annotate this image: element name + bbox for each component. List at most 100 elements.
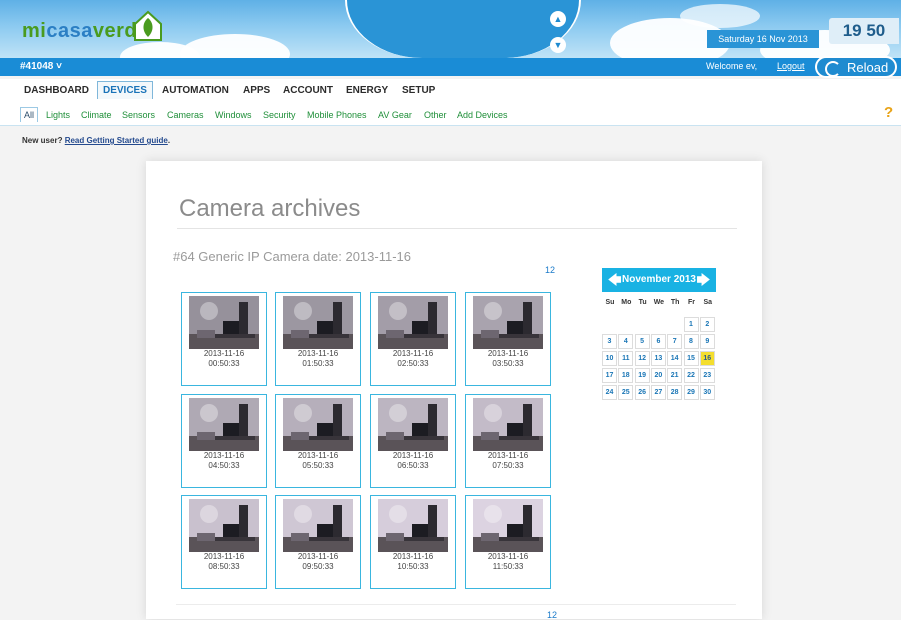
calendar-day[interactable]: 10 [602,351,617,366]
snapshot-time: 09:50:33 [302,562,334,571]
camera-snapshot[interactable]: 2013-11-16 09:50:33 [275,495,361,589]
camera-snapshot[interactable]: 2013-11-16 03:50:33 [465,292,551,386]
camera-snapshot[interactable]: 2013-11-16 00:50:33 [181,292,267,386]
current-date: Saturday 16 Nov 2013 [707,30,819,48]
calendar-day[interactable]: 14 [667,351,683,366]
tab-lights[interactable]: Lights [46,110,70,120]
calendar-day[interactable]: 29 [683,385,699,400]
nav-setup[interactable]: SETUP [402,85,435,96]
account-bar: #41048 ˅ Welcome ev, Logout [0,58,901,76]
snapshot-time: 03:50:33 [492,359,524,368]
scroll-up-icon[interactable]: ▲ [550,11,566,27]
calendar-day[interactable]: 25 [618,385,634,400]
tab-all[interactable]: All [20,107,39,122]
next-month-icon[interactable]: 🡆 [697,268,710,292]
main-nav: DASHBOARD DEVICES AUTOMATION APPS ACCOUN… [0,79,901,103]
snapshot-time: 10:50:33 [397,562,429,571]
nav-dashboard[interactable]: DASHBOARD [24,85,89,96]
camera-snapshot[interactable]: 2013-11-16 07:50:33 [465,394,551,488]
calendar-day[interactable]: 5 [634,334,650,349]
camera-snapshot[interactable]: 2013-11-16 02:50:33 [370,292,456,386]
calendar-day[interactable]: 8 [683,334,699,349]
calendar-day[interactable]: 27 [650,385,666,400]
tab-av-gear[interactable]: AV Gear [378,110,412,120]
nav-automation[interactable]: AUTOMATION [162,85,229,96]
camera-snapshot[interactable]: 2013-11-16 06:50:33 [370,394,456,488]
top-banner: micasaverde ▲ ▼ Saturday 16 Nov 2013 19 … [0,0,901,58]
calendar-day[interactable]: 3 [602,334,617,349]
calendar-day[interactable]: 20 [650,368,666,383]
current-time: 19 50 [829,18,899,44]
snapshot-date: 2013-11-16 [297,349,339,358]
calendar-day[interactable]: 23 [699,368,715,383]
calendar-day[interactable]: 12 [634,351,650,366]
tab-mobile-phones[interactable]: Mobile Phones [307,110,367,120]
day-of-week-label: Th [670,299,680,306]
camera-archives-panel: Camera archives #64 Generic IP Camera da… [146,161,762,620]
snapshot-date: 2013-11-16 [392,349,434,358]
device-id-selector[interactable]: #41048 ˅ [20,61,62,72]
calendar-day[interactable]: 7 [667,334,683,349]
calendar-day[interactable]: 9 [699,334,715,349]
tab-security[interactable]: Security [263,110,296,120]
snapshot-time: 08:50:33 [208,562,240,571]
getting-started-link[interactable]: Read Getting Started guide [65,136,168,145]
calendar-day[interactable]: 22 [683,368,699,383]
camera-snapshot[interactable]: 2013-11-16 11:50:33 [465,495,551,589]
calendar-day[interactable]: 28 [667,385,683,400]
page-link[interactable]: 2 [550,265,555,275]
tab-add-devices[interactable]: Add Devices [457,110,508,120]
calendar-day[interactable]: 19 [634,368,650,383]
nav-energy[interactable]: ENERGY [346,85,388,96]
snapshot-date: 2013-11-16 [297,451,339,460]
logout-link[interactable]: Logout [777,61,805,71]
calendar-day[interactable]: 13 [650,351,666,366]
calendar-day[interactable]: 2 [699,317,715,332]
calendar-day[interactable]: 26 [634,385,650,400]
day-of-week-label: Mo [621,299,632,306]
calendar-day[interactable]: 15 [683,351,699,366]
snapshot-time: 01:50:33 [302,359,334,368]
calendar-day-selected[interactable]: 16 [699,351,715,366]
tab-windows[interactable]: Windows [215,110,252,120]
tab-other[interactable]: Other [424,110,447,120]
camera-snapshot[interactable]: 2013-11-16 08:50:33 [181,495,267,589]
snapshot-date: 2013-11-16 [203,349,245,358]
calendar-day[interactable]: 6 [650,334,666,349]
nav-apps[interactable]: APPS [243,85,270,96]
calendar-day[interactable]: 30 [699,385,715,400]
help-icon[interactable]: ? [884,104,893,121]
snapshot-time: 07:50:33 [492,461,524,470]
camera-snapshot[interactable]: 2013-11-16 10:50:33 [370,495,456,589]
tab-cameras[interactable]: Cameras [167,110,204,120]
snapshot-date: 2013-11-16 [392,451,434,460]
device-category-nav: All Lights Climate Sensors Cameras Windo… [0,103,901,126]
snapshot-date: 2013-11-16 [487,349,529,358]
calendar-day[interactable]: 4 [618,334,634,349]
snapshot-time: 11:50:33 [492,562,524,571]
calendar-day[interactable]: 17 [602,368,617,383]
calendar-day[interactable]: 21 [667,368,683,383]
page-title: Camera archives [179,195,361,222]
prev-month-icon[interactable]: 🡄 [608,268,621,292]
scroll-down-icon[interactable]: ▼ [550,37,566,53]
chevron-down-icon: ˅ [56,61,62,72]
nav-devices[interactable]: DEVICES [97,81,153,99]
calendar-day[interactable]: 18 [618,368,634,383]
day-of-week-label: Fr [688,299,695,306]
calendar-day[interactable]: 24 [602,385,617,400]
nav-account[interactable]: ACCOUNT [283,85,333,96]
calendar-day[interactable]: 11 [618,351,634,366]
camera-snapshot[interactable]: 2013-11-16 05:50:33 [275,394,361,488]
calendar-day[interactable]: 1 [683,317,699,332]
tab-sensors[interactable]: Sensors [122,110,155,120]
camera-snapshot[interactable]: 2013-11-16 04:50:33 [181,394,267,488]
micasaverde-logo[interactable]: micasaverde [22,20,149,43]
snapshot-time: 04:50:33 [208,461,240,470]
camera-snapshot[interactable]: 2013-11-16 01:50:33 [275,292,361,386]
snapshot-image [283,296,353,349]
tab-climate[interactable]: Climate [81,110,112,120]
snapshot-image [378,296,448,349]
day-of-week-label: Sa [703,299,713,306]
reload-button[interactable]: Reload [815,56,897,78]
